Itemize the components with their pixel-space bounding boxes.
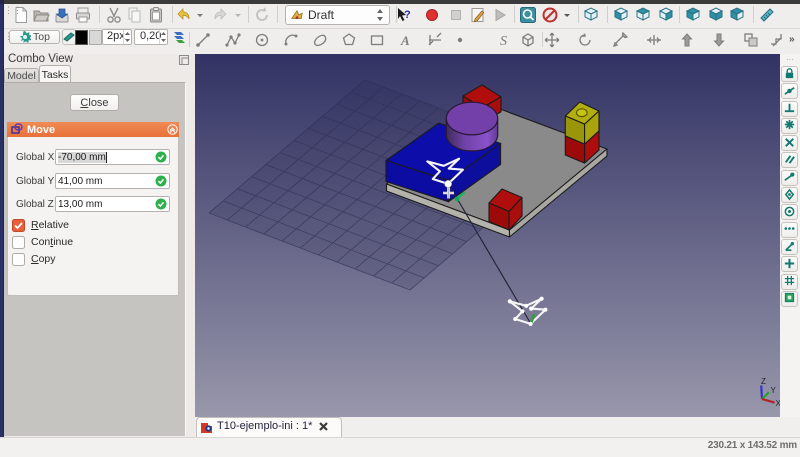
svg-text:Y: Y: [771, 386, 777, 395]
svg-text:S: S: [500, 34, 507, 48]
svg-text:?: ?: [404, 9, 411, 21]
svg-text:Z: Z: [761, 377, 766, 386]
svg-text:A: A: [400, 33, 410, 48]
